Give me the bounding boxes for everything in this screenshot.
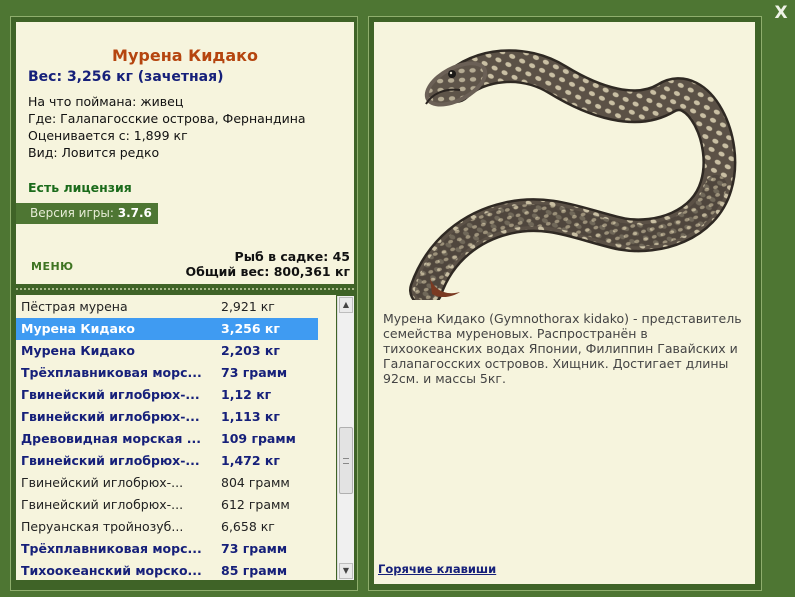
list-scrollbar[interactable]: ▲ ▼ bbox=[337, 296, 354, 580]
fish-row-weight: 1,113 кг bbox=[221, 409, 280, 424]
fish-row-name: Перуанская тройнозуб... bbox=[21, 519, 184, 534]
fish-list-row[interactable]: Тихоокеанский морско... 85 грамм bbox=[16, 560, 318, 580]
fish-info-panel: Мурена Кидако Вес: 3,256 кг (зачетная) Н… bbox=[16, 22, 354, 284]
fish-row-name: Мурена Кидако bbox=[21, 321, 136, 336]
fish-list-row[interactable]: Гвинейский иглобрюх-... 1,472 кг bbox=[16, 450, 318, 472]
fish-row-name: Трёхплавниковая морс... bbox=[21, 365, 202, 380]
scroll-thumb[interactable] bbox=[339, 427, 353, 494]
fish-list-row[interactable]: Гвинейский иглобрюх-... 612 грамм bbox=[16, 494, 318, 516]
fish-title: Мурена Кидако bbox=[112, 46, 258, 65]
divider bbox=[16, 288, 354, 290]
grip-icon bbox=[343, 458, 349, 464]
fish-row-weight: 804 грамм bbox=[221, 475, 290, 490]
menu-button[interactable]: МЕНЮ bbox=[31, 260, 74, 273]
fish-row-weight: 2,921 кг bbox=[221, 299, 275, 314]
scroll-down-arrow-icon[interactable]: ▼ bbox=[339, 563, 353, 579]
fish-row-weight: 109 грамм bbox=[221, 431, 296, 446]
version-badge: Версия игры: 3.7.6 bbox=[16, 203, 158, 224]
fish-list-row[interactable]: Пёстрая мурена 2,921 кг bbox=[16, 296, 318, 318]
fish-row-name: Древовидная морская ... bbox=[21, 431, 201, 446]
fish-list-row[interactable]: Мурена Кидако 2,203 кг bbox=[16, 340, 318, 362]
fish-row-weight: 73 грамм bbox=[221, 541, 288, 556]
close-icon[interactable]: X bbox=[771, 3, 791, 23]
fish-row-name: Гвинейский иглобрюх-... bbox=[21, 387, 200, 402]
hotkeys-link[interactable]: Горячие клавиши bbox=[378, 562, 496, 576]
version-label: Версия игры: bbox=[30, 206, 114, 220]
fish-row-name: Пёстрая мурена bbox=[21, 299, 128, 314]
location-info: Где: Галапагосские острова, Фернандина bbox=[28, 111, 306, 126]
fish-row-name: Гвинейский иглобрюх-... bbox=[21, 497, 184, 512]
fish-row-name: Гвинейский иглобрюх-... bbox=[21, 475, 184, 490]
fish-row-weight: 6,658 кг bbox=[221, 519, 275, 534]
kind-info: Вид: Ловится редко bbox=[28, 145, 160, 160]
moray-eel-image bbox=[409, 49, 737, 300]
fish-list-row[interactable]: Гвинейский иглобрюх-... 1,12 кг bbox=[16, 384, 318, 406]
cage-summary: Рыб в садке: 45 Общий вес: 800,361 кг bbox=[186, 249, 351, 279]
cage-count: Рыб в садке: 45 bbox=[234, 249, 350, 264]
fish-row-name: Гвинейский иглобрюх-... bbox=[21, 409, 200, 424]
license-status: Есть лицензия bbox=[28, 180, 132, 195]
fish-list-row[interactable]: Мурена Кидако 3,256 кг bbox=[16, 318, 318, 340]
fish-list-row[interactable]: Трёхплавниковая морс... 73 грамм bbox=[16, 362, 318, 384]
fish-row-weight: 1,472 кг bbox=[221, 453, 280, 468]
fish-list-row[interactable]: Древовидная морская ... 109 грамм bbox=[16, 428, 318, 450]
fish-list-row[interactable]: Гвинейский иглобрюх-... 1,113 кг bbox=[16, 406, 318, 428]
fish-row-name: Трёхплавниковая морс... bbox=[21, 541, 202, 556]
description-panel: Мурена Кидако (Gymnothorax kidako) - пре… bbox=[374, 22, 755, 584]
fish-row-weight: 612 грамм bbox=[221, 497, 290, 512]
fish-list-row[interactable]: Трёхплавниковая морс... 73 грамм bbox=[16, 538, 318, 560]
version-value: 3.7.6 bbox=[117, 206, 152, 220]
fish-row-weight: 73 грамм bbox=[221, 365, 288, 380]
fish-weight: Вес: 3,256 кг (зачетная) bbox=[28, 69, 224, 85]
total-weight: Общий вес: 800,361 кг bbox=[185, 264, 351, 279]
valued-from-info: Оценивается с: 1,899 кг bbox=[28, 128, 188, 143]
fish-row-weight: 3,256 кг bbox=[221, 321, 280, 336]
scroll-up-arrow-icon[interactable]: ▲ bbox=[339, 297, 353, 313]
fish-list-row[interactable]: Перуанская тройнозуб... 6,658 кг bbox=[16, 516, 318, 538]
fish-row-weight: 85 грамм bbox=[221, 563, 288, 578]
fish-row-name: Тихоокеанский морско... bbox=[21, 563, 202, 578]
fish-list-row[interactable]: Гвинейский иглобрюх-... 804 грамм bbox=[16, 472, 318, 494]
fish-row-weight: 2,203 кг bbox=[221, 343, 280, 358]
bait-info: На что поймана: живец bbox=[28, 94, 184, 109]
fish-list[interactable]: Пёстрая мурена 2,921 кг Мурена Кидако 3,256… bbox=[16, 295, 336, 580]
fish-description: Мурена Кидако (Gymnothorax kidako) - пре… bbox=[383, 311, 742, 386]
fish-row-name: Гвинейский иглобрюх-... bbox=[21, 453, 200, 468]
fish-row-weight: 1,12 кг bbox=[221, 387, 272, 402]
fish-row-name: Мурена Кидако bbox=[21, 343, 136, 358]
